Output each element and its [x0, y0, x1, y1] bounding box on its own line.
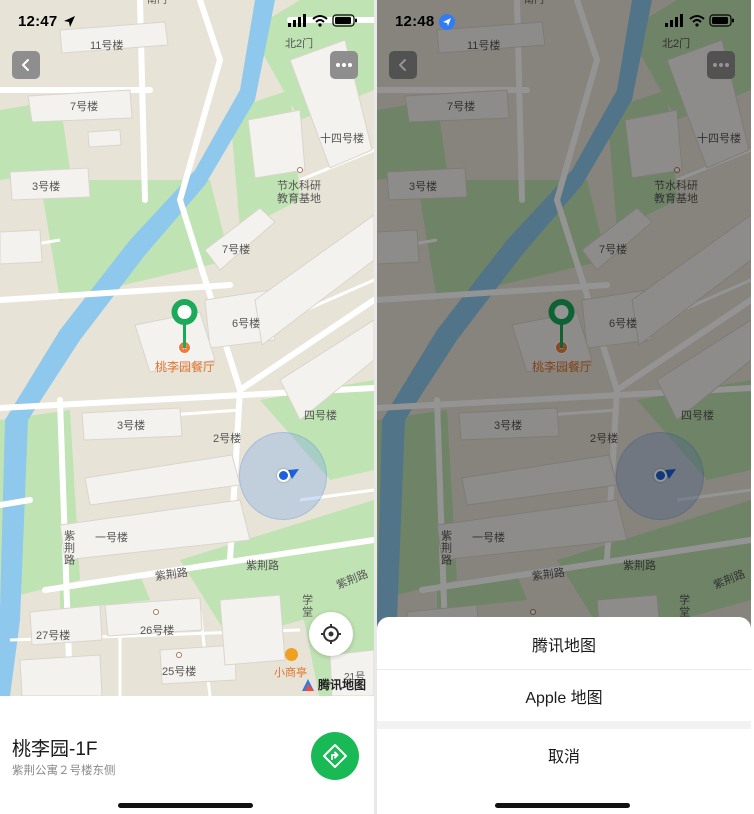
shop-icon — [285, 648, 298, 661]
chevron-left-icon — [22, 59, 29, 71]
option-apple-maps[interactable]: Apple 地图 — [377, 671, 751, 721]
battery-icon — [332, 14, 357, 27]
poi-dot-icon — [297, 167, 303, 173]
poi-label[interactable]: 桃李园餐厅 — [155, 358, 215, 375]
wifi-icon — [689, 15, 705, 23]
map-label: 26号楼 — [140, 625, 175, 637]
place-subtitle: 紫荆公寓２号楼东侧 — [12, 765, 116, 777]
navigation-diamond-icon — [323, 744, 347, 768]
cancel-button[interactable]: 取消 — [377, 730, 751, 780]
map-label: 十四号楼 — [320, 133, 364, 145]
cellular-signal-icon — [665, 14, 683, 27]
map-label: 27号楼 — [36, 630, 71, 642]
more-button[interactable] — [330, 51, 358, 79]
map-label-jieshui: 节水科研 教育基地 — [277, 180, 321, 205]
tencent-maps-logo-icon — [302, 678, 314, 691]
map-screen-right: 南门 11号楼 北2门 7号楼 十四号楼 3号楼 节水科研 教育基地 7号楼 6… — [377, 0, 751, 814]
home-indicator[interactable] — [118, 803, 253, 808]
back-button[interactable] — [12, 51, 40, 79]
map-label-road: 紫荆路 — [62, 530, 75, 566]
status-time: 12:48 — [395, 13, 435, 30]
poi-dot-icon — [176, 652, 182, 658]
cellular-signal-icon — [288, 14, 306, 27]
status-icons — [665, 14, 734, 27]
battery-icon — [709, 14, 734, 27]
map-attribution: 腾讯地图 — [301, 676, 366, 693]
map-label: 3号楼 — [32, 181, 61, 193]
home-indicator[interactable] — [495, 803, 630, 808]
map-view[interactable]: 南门 11号楼 北2门 7号楼 十四号楼 3号楼 节水科研 教育基地 7号楼 6… — [0, 0, 374, 696]
recenter-button[interactable] — [309, 612, 353, 656]
current-location-dot — [277, 469, 290, 482]
map-label: 学堂 — [300, 594, 313, 618]
map-label-road: 紫荆路 — [246, 560, 279, 572]
location-arrow-icon — [64, 16, 75, 27]
status-icons — [288, 14, 357, 27]
ellipsis-icon — [336, 63, 352, 67]
status-time: 12:47 — [18, 13, 58, 30]
wifi-icon — [312, 15, 328, 23]
map-label: 节水科研 — [277, 180, 321, 192]
map-label: 7号楼 — [222, 244, 251, 256]
map-screen-left: 南门 11号楼 北2门 7号楼 十四号楼 3号楼 节水科研 教育基地 7号楼 6… — [0, 0, 374, 814]
map-label: 教育基地 — [277, 192, 321, 205]
map-pin-icon[interactable] — [168, 296, 201, 350]
map-app-action-sheet: 腾讯地图 Apple 地图 取消 — [377, 617, 751, 814]
map-label: 7号楼 — [70, 101, 99, 113]
map-label: 一号楼 — [95, 532, 128, 544]
status-bar: 12:47 — [0, 0, 374, 44]
map-label: 3号楼 — [117, 420, 146, 432]
map-label: 四号楼 — [304, 410, 337, 422]
map-label: 25号楼 — [162, 666, 197, 678]
option-tencent-maps[interactable]: 腾讯地图 — [377, 619, 751, 669]
navigate-button[interactable] — [311, 732, 359, 780]
attribution-text: 腾讯地图 — [318, 678, 367, 692]
sheet-gap — [377, 721, 751, 729]
sheet-separator — [377, 669, 751, 670]
map-label: 6号楼 — [232, 318, 261, 330]
crosshair-icon — [321, 624, 341, 644]
status-bar: 12:48 — [377, 0, 751, 44]
map-label: 2号楼 — [213, 433, 242, 445]
poi-dot-icon — [153, 609, 159, 615]
location-arrow-icon — [439, 14, 455, 30]
place-title: 桃李园-1F — [12, 739, 98, 760]
